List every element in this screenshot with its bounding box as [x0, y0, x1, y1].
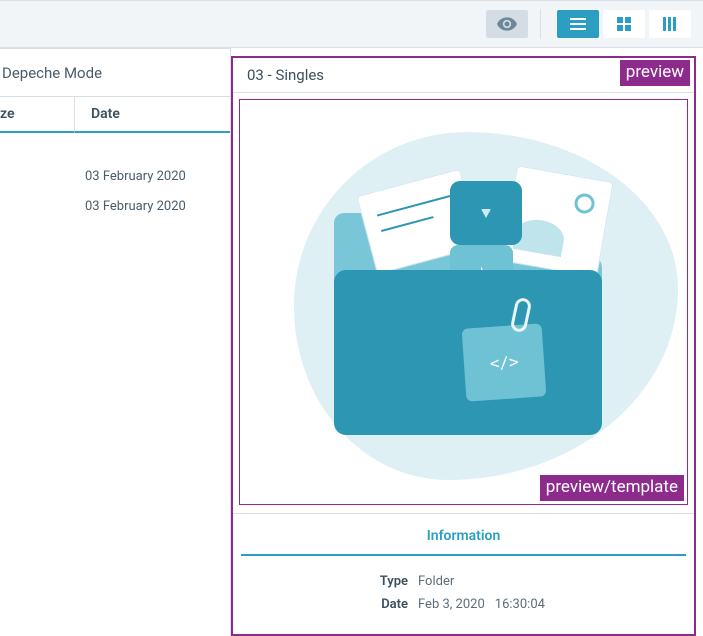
preview-panel: 03 - Singles preview ♪ </> preview/templ… [231, 56, 696, 636]
media-icon [450, 181, 522, 246]
info-row-type: Type Folder [233, 570, 694, 593]
column-header-date[interactable]: Date [75, 97, 230, 133]
info-row-date: Date Feb 3, 202016:30:04 [233, 593, 694, 616]
annotation-preview-tag: preview [620, 60, 690, 86]
list-icon [570, 18, 586, 30]
table-body: 03 February 2020 03 February 2020 [0, 155, 230, 227]
grid-icon [617, 17, 631, 31]
column-header-size[interactable]: ze [0, 97, 75, 133]
info-type-value: Folder [418, 574, 454, 589]
file-list-panel: Depeche Mode ze Date 03 February 2020 03… [0, 48, 231, 636]
info-heading: Information [241, 514, 686, 556]
toggle-preview-button[interactable] [486, 10, 528, 38]
preview-template-area: ♪ </> preview/template [239, 99, 688, 505]
view-columns-button[interactable] [649, 10, 691, 38]
table-row[interactable]: 03 February 2020 [0, 191, 230, 221]
table-row[interactable]: 03 February 2020 [0, 161, 230, 191]
info-section: Type Folder Date Feb 3, 202016:30:04 [233, 556, 694, 636]
code-icon: </> [461, 324, 546, 402]
folder-illustration: ♪ </> [240, 100, 687, 504]
view-grid-button[interactable] [603, 10, 645, 38]
columns-icon [663, 17, 677, 31]
breadcrumb-label: Depeche Mode [2, 64, 102, 82]
info-type-label: Type [233, 574, 418, 589]
top-toolbar [0, 0, 703, 48]
cell-date: 03 February 2020 [75, 199, 186, 214]
preview-header: 03 - Singles preview [233, 58, 694, 93]
cell-date: 03 February 2020 [75, 169, 186, 184]
info-date-value: Feb 3, 202016:30:04 [418, 597, 545, 612]
annotation-template-tag: preview/template [540, 475, 684, 501]
info-date-label: Date [233, 597, 418, 612]
view-list-button[interactable] [557, 10, 599, 38]
table-header: ze Date [0, 97, 230, 133]
preview-title: 03 - Singles [247, 66, 324, 84]
eye-icon [497, 17, 517, 31]
breadcrumb[interactable]: Depeche Mode [0, 49, 230, 97]
toolbar-separator [540, 9, 541, 39]
